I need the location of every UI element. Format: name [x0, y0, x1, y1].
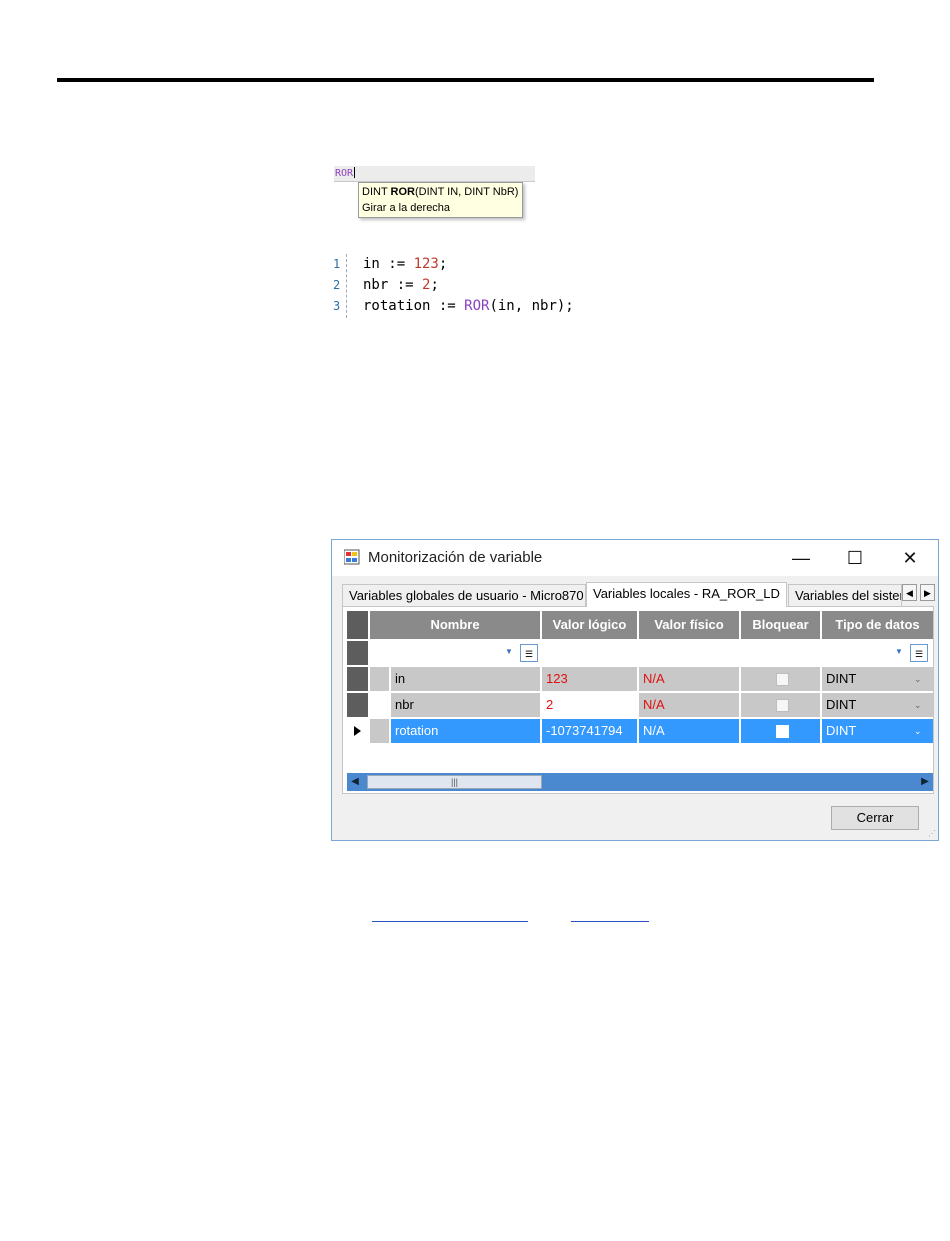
tooltip-function-name: ROR — [390, 186, 415, 198]
chevron-down-icon[interactable]: ⌄ — [914, 674, 922, 685]
cell-physical-value[interactable]: N/A — [639, 693, 741, 717]
horizontal-scrollbar[interactable]: ◀ ||| ▶ — [347, 773, 933, 791]
tab-panel: Nombre Valor lógico Valor físico Bloquea… — [342, 606, 934, 794]
tab-global-variables[interactable]: Variables globales de usuario - Micro870 — [342, 584, 586, 606]
cell-physical-value[interactable]: N/A — [639, 719, 741, 743]
text-caret — [354, 167, 356, 178]
tab-scroll-right-icon[interactable]: ▶ — [920, 584, 935, 601]
cell-logical-value[interactable]: 123 — [542, 667, 639, 691]
close-window-button[interactable]: ✕ — [887, 544, 933, 572]
cell-logical-value[interactable]: -1073741794 — [542, 719, 639, 743]
type-filter-dropdown-icon[interactable]: ▼ — [895, 647, 903, 656]
code-line-1: 1 in := 123; — [333, 254, 574, 275]
tooltip-signature: DINT ROR(DINT IN, DINT NbR) — [362, 184, 522, 200]
column-header-physical-value[interactable]: Valor físico — [639, 611, 741, 639]
line-number: 2 — [333, 278, 341, 292]
variable-monitor-dialog: Monitorización de variable — ☐ ✕ Variabl… — [331, 539, 939, 841]
link-underline[interactable] — [571, 921, 649, 922]
row-header[interactable] — [347, 693, 368, 717]
typed-keyword: ROR — [335, 168, 354, 179]
name-filter-button[interactable]: ☰ — [520, 644, 538, 662]
row-header[interactable] — [347, 667, 368, 691]
name-filter-dropdown-icon[interactable]: ▼ — [505, 647, 513, 656]
code-text: rotation := ROR(in, nbr); — [363, 298, 574, 314]
close-button[interactable]: Cerrar — [831, 806, 919, 830]
cell-logical-value[interactable]: 2 — [542, 693, 639, 717]
row-indent — [370, 719, 389, 743]
intellisense-tooltip: DINT ROR(DINT IN, DINT NbR) Girar a la d… — [358, 182, 523, 218]
scroll-thumb[interactable]: ||| — [367, 775, 542, 789]
code-text: in := 123; — [363, 256, 448, 272]
cell-name[interactable]: nbr — [391, 693, 542, 717]
column-header-logical-value[interactable]: Valor lógico — [542, 611, 639, 639]
dialog-title: Monitorización de variable — [368, 549, 543, 566]
tooltip-description: Girar a la derecha — [362, 202, 451, 214]
grid-corner — [347, 611, 368, 639]
code-listing: 1 in := 123; 2 nbr := 2; 3 rotation := ROR(… — [333, 254, 574, 317]
filter-row-header — [347, 641, 368, 665]
chevron-down-icon[interactable]: ⌄ — [914, 726, 922, 737]
title-bar: Monitorización de variable — ☐ ✕ — [332, 540, 938, 576]
tab-local-variables[interactable]: Variables locales - RA_ROR_LD — [586, 582, 787, 607]
minimize-button[interactable]: — — [778, 544, 824, 572]
link-underline[interactable] — [372, 921, 528, 922]
app-icon — [344, 549, 360, 565]
row-header-current[interactable] — [347, 719, 368, 743]
tooltip-parameters: (DINT IN, DINT NbR) — [414, 186, 519, 198]
tab-scroll-left-icon[interactable]: ◀ — [902, 584, 917, 601]
tab-strip: Variables globales de usuario - Micro870… — [342, 582, 938, 607]
cell-physical-value[interactable]: N/A — [639, 667, 741, 691]
maximize-button[interactable]: ☐ — [832, 544, 878, 572]
type-filter-button[interactable]: ☰ — [910, 644, 928, 662]
cell-name[interactable]: rotation — [391, 719, 542, 743]
scroll-left-icon[interactable]: ◀ — [347, 773, 363, 791]
cell-name[interactable]: in — [391, 667, 542, 691]
code-line-3: 3 rotation := ROR(in, nbr); — [333, 296, 574, 317]
row-indent — [370, 667, 389, 691]
code-editor-input[interactable]: ROR — [334, 166, 535, 182]
line-number: 1 — [333, 257, 341, 271]
resize-grip-icon[interactable]: ⋰ — [928, 829, 936, 838]
tab-system-variables[interactable]: Variables del sistema — [788, 584, 902, 606]
code-line-2: 2 nbr := 2; — [333, 275, 574, 296]
column-header-lock[interactable]: Bloquear — [741, 611, 822, 639]
line-number: 3 — [333, 299, 341, 313]
column-header-data-type[interactable]: Tipo de datos — [822, 611, 933, 639]
lock-checkbox[interactable] — [776, 725, 789, 738]
variables-grid: Nombre Valor lógico Valor físico Bloquea… — [347, 611, 933, 793]
page-top-rule — [57, 78, 874, 82]
code-text: nbr := 2; — [363, 277, 439, 293]
lock-checkbox[interactable] — [776, 673, 789, 686]
row-indent — [370, 693, 389, 717]
lock-checkbox[interactable] — [776, 699, 789, 712]
tooltip-return-type: DINT — [362, 186, 391, 198]
current-row-arrow-icon — [354, 726, 361, 736]
column-header-name[interactable]: Nombre — [370, 611, 542, 639]
chevron-down-icon[interactable]: ⌄ — [914, 700, 922, 711]
scroll-right-icon[interactable]: ▶ — [917, 773, 933, 791]
